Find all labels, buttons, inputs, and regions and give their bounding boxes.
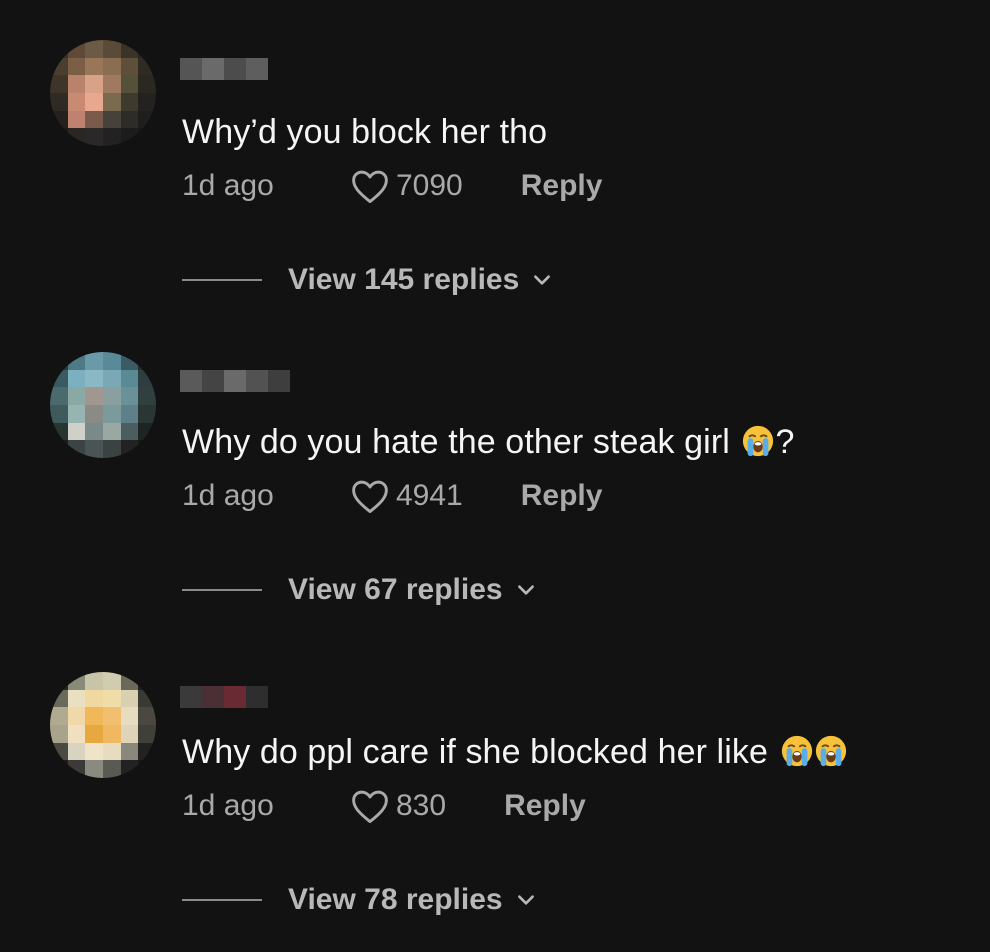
view-replies-label: View 67 replies	[288, 573, 503, 606]
like-button[interactable]: 830	[350, 788, 504, 824]
like-button[interactable]: 4941	[350, 478, 521, 514]
comment-text: Why do you hate the other steak girl ?	[182, 422, 794, 462]
divider-line	[182, 279, 262, 281]
view-replies-button[interactable]: View 145 replies	[182, 260, 553, 300]
comment-body: Why do you hate the other steak girl	[182, 423, 740, 461]
chevron-down-icon	[534, 275, 551, 285]
comment-item-3: Why do ppl care if she blocked her like …	[0, 620, 990, 930]
like-count: 830	[396, 789, 447, 822]
reply-button[interactable]: Reply	[504, 789, 586, 823]
comment-time: 1d ago	[182, 789, 274, 822]
username-blurred[interactable]	[180, 370, 290, 400]
reply-button[interactable]: Reply	[521, 169, 603, 203]
comment-meta: 1d ago 4941 Reply	[182, 476, 602, 516]
like-count: 4941	[396, 479, 463, 512]
like-count: 7090	[396, 169, 463, 202]
view-replies-button[interactable]: View 78 replies	[182, 880, 537, 920]
chevron-down-icon	[517, 585, 534, 595]
comment-item-2: Why do you hate the other steak girl ? 1…	[0, 310, 990, 620]
heart-icon	[352, 170, 388, 204]
heart-icon	[352, 480, 388, 514]
comment-body: Why do ppl care if she blocked her like	[182, 733, 778, 771]
divider-line	[182, 589, 262, 591]
comment-meta: 1d ago 830 Reply	[182, 786, 586, 826]
comment-text: Why do ppl care if she blocked her like	[182, 732, 848, 772]
divider-line	[182, 899, 262, 901]
heart-icon	[352, 790, 388, 824]
chevron-down-icon	[517, 895, 534, 905]
avatar[interactable]	[50, 40, 156, 146]
comment-time: 1d ago	[182, 169, 274, 202]
avatar[interactable]	[50, 352, 156, 458]
comment-text: Why’d you block her tho	[182, 112, 547, 152]
comment-time: 1d ago	[182, 479, 274, 512]
comment-suffix: ?	[775, 423, 795, 461]
view-replies-label: View 78 replies	[288, 883, 503, 916]
username-blurred[interactable]	[180, 686, 268, 716]
like-button[interactable]: 7090	[350, 168, 521, 204]
loudly-crying-face-icon	[815, 735, 846, 767]
reply-button[interactable]: Reply	[521, 479, 603, 513]
comment-item-1: Why’d you block her tho 1d ago 7090 Repl…	[0, 0, 990, 310]
blurred-avatar-image	[50, 672, 156, 778]
blurred-avatar-image	[50, 352, 156, 458]
view-replies-button[interactable]: View 67 replies	[182, 570, 537, 610]
loudly-crying-face-icon	[743, 425, 774, 457]
comment-meta: 1d ago 7090 Reply	[182, 166, 602, 206]
blurred-avatar-image	[50, 40, 156, 146]
comment-body: Why’d you block her tho	[182, 113, 548, 151]
avatar[interactable]	[50, 672, 156, 778]
loudly-crying-face-icon	[781, 735, 812, 767]
username-blurred[interactable]	[180, 58, 268, 88]
view-replies-label: View 145 replies	[288, 263, 520, 296]
